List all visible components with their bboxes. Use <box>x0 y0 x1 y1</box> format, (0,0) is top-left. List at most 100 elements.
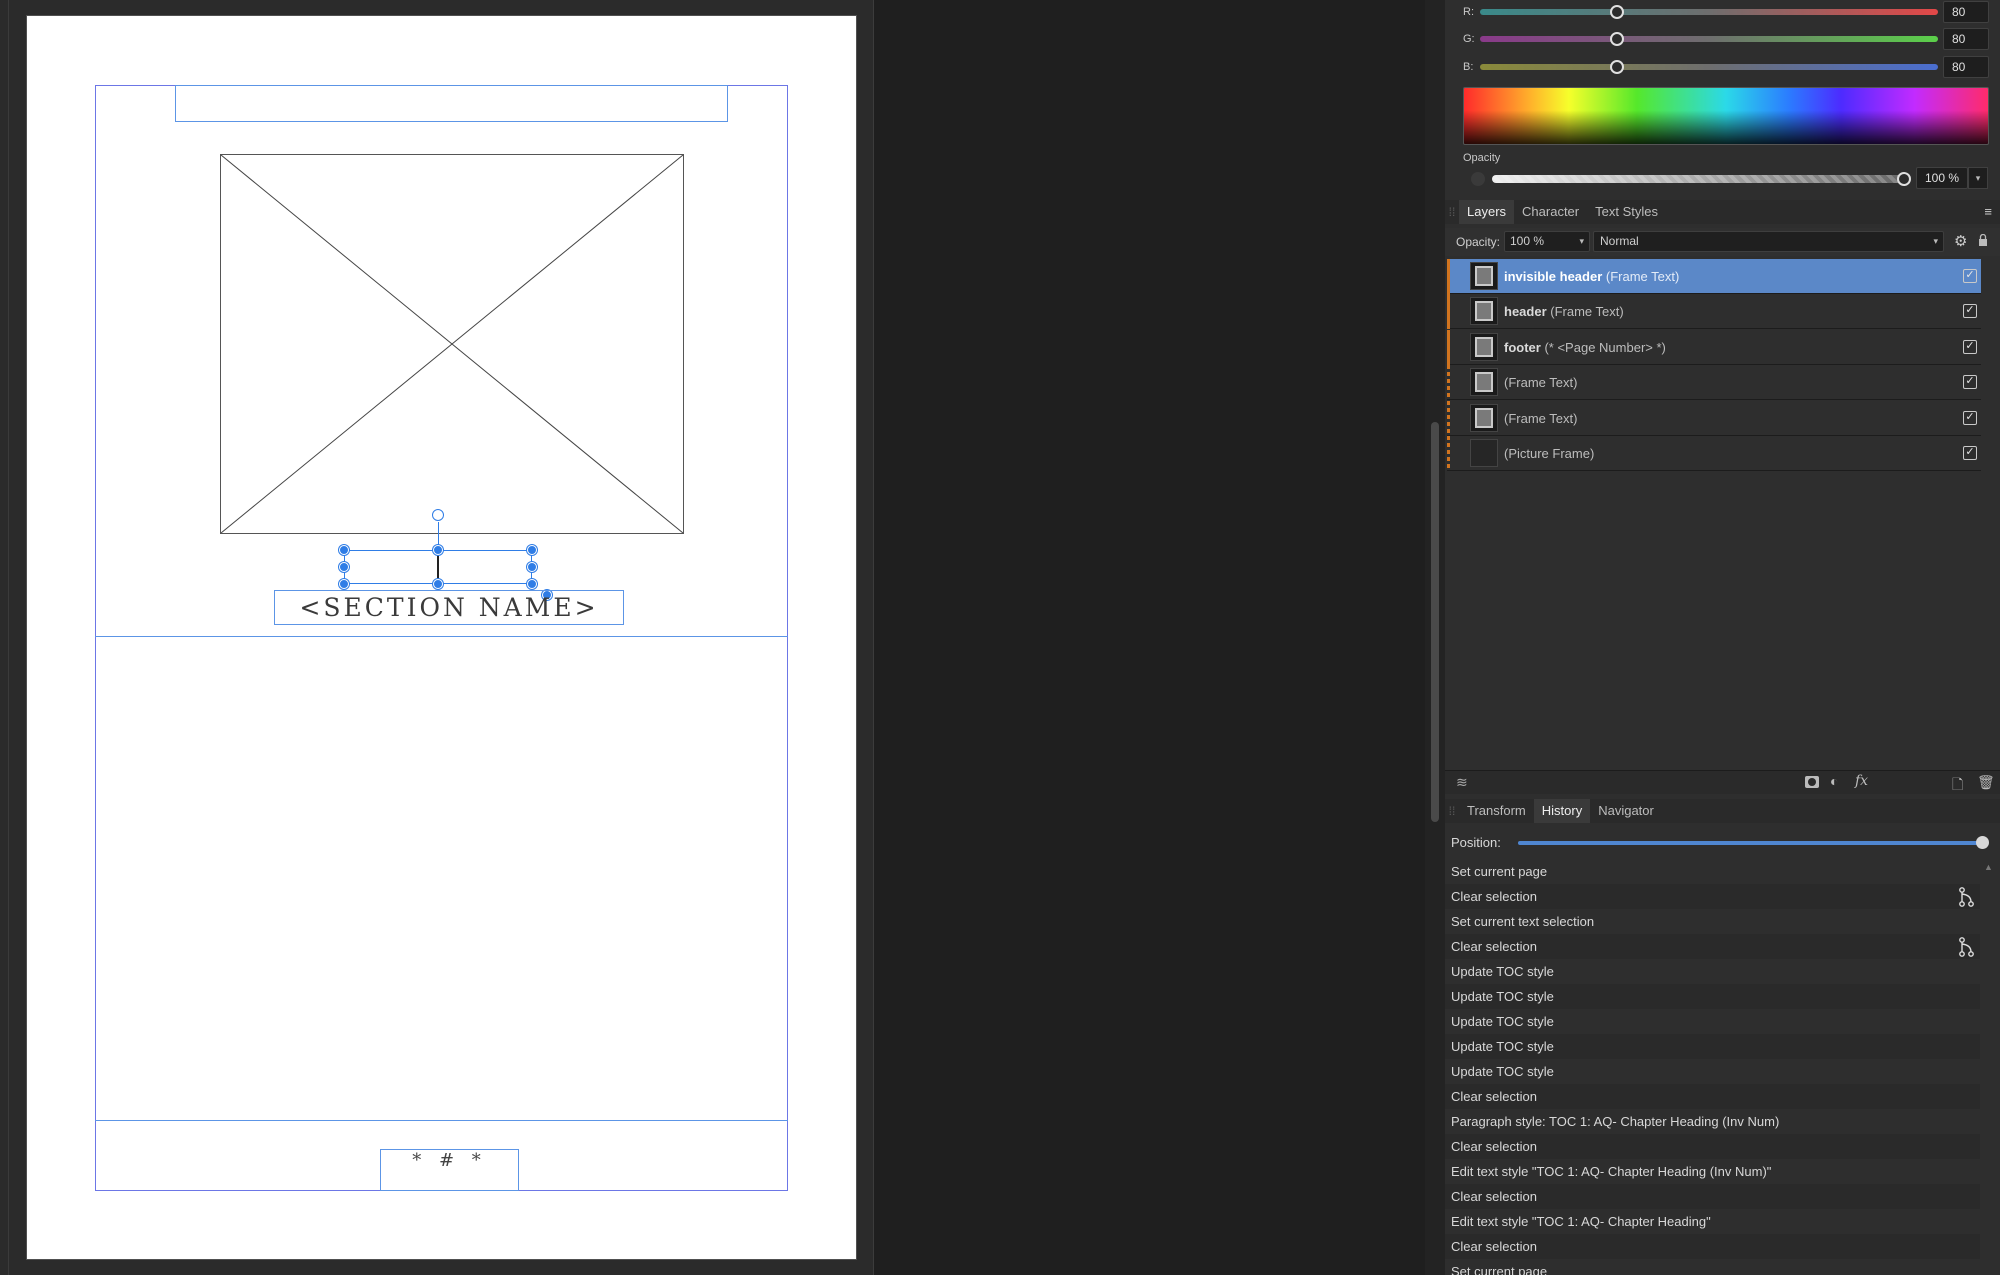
history-item[interactable]: Set current page <box>1445 1259 1980 1275</box>
rotation-handle[interactable] <box>432 509 444 521</box>
tab-character[interactable]: Character <box>1514 200 1587 224</box>
branch-icon[interactable] <box>1958 887 1974 907</box>
tab-transform[interactable]: Transform <box>1459 799 1534 823</box>
red-value-field[interactable]: 80 <box>1943 1 1989 23</box>
fx-icon[interactable]: fx <box>1855 773 1868 789</box>
layer-row[interactable]: (Frame Text) ✓ <box>1447 364 1981 400</box>
opacity-dropdown-arrow[interactable]: ▾ <box>1968 167 1988 189</box>
blend-mode-select[interactable]: Normal ▾ <box>1593 231 1944 252</box>
tab-history[interactable]: History <box>1533 799 1591 823</box>
opacity-slider-knob[interactable] <box>1897 172 1911 186</box>
mask-icon[interactable] <box>1805 776 1819 788</box>
text-frame-thumb-icon <box>1470 262 1498 290</box>
layer-row[interactable]: (Frame Text) ✓ <box>1447 400 1981 436</box>
history-item[interactable]: Update TOC style <box>1445 959 1980 984</box>
layer-row[interactable]: header (Frame Text) ✓ <box>1447 293 1981 329</box>
history-item[interactable]: Edit text style "TOC 1: AQ- Chapter Head… <box>1445 1159 1980 1184</box>
blue-value-field[interactable]: 80 <box>1943 56 1989 78</box>
history-item[interactable]: Clear selection <box>1445 1134 1980 1159</box>
canvas-divider <box>873 0 874 1275</box>
tab-text-styles[interactable]: Text Styles <box>1587 200 1666 224</box>
visibility-checkbox[interactable]: ✓ <box>1963 340 1977 354</box>
lock-icon[interactable] <box>1978 233 1987 246</box>
layer-row[interactable]: footer (* <Page Number> *) ✓ <box>1447 329 1981 365</box>
section-name-frame[interactable]: <SECTION NAME> <box>274 590 624 625</box>
history-item[interactable]: Set current page <box>1445 859 1980 884</box>
layer-type: (Frame Text) <box>1504 410 1578 426</box>
panel-menu-icon[interactable]: ≡ <box>1984 204 1992 219</box>
green-value-field[interactable]: 80 <box>1943 28 1989 50</box>
gear-icon[interactable]: ⚙ <box>1954 232 1967 250</box>
history-tabbar: ⁞⁞ Transform History Navigator <box>1445 799 2000 823</box>
layer-type: (Frame Text) <box>1605 268 1680 284</box>
history-item[interactable]: Set current text selection <box>1445 909 1980 934</box>
opacity-slider[interactable] <box>1492 175 1908 183</box>
history-item[interactable]: Update TOC style <box>1445 1059 1980 1084</box>
branch-icon[interactable] <box>1958 937 1974 957</box>
text-frame-thumb-icon <box>1470 297 1498 325</box>
layer-row[interactable]: invisible header (Frame Text) ✓ <box>1447 258 1981 294</box>
footer-page-marker: * # * <box>412 1150 487 1171</box>
scroll-up-icon[interactable]: ▲ <box>1984 862 1993 872</box>
history-item[interactable]: Paragraph style: TOC 1: AQ- Chapter Head… <box>1445 1109 1980 1134</box>
opacity-value-field[interactable]: 100 % <box>1916 167 1968 189</box>
resize-handle-bm[interactable] <box>433 579 443 589</box>
blue-slider[interactable] <box>1480 64 1938 70</box>
red-slider-row: R: <box>1463 2 1481 22</box>
tab-navigator[interactable]: Navigator <box>1590 799 1662 823</box>
history-item[interactable]: Update TOC style <box>1445 984 1980 1009</box>
resize-handle-ml[interactable] <box>339 562 349 572</box>
green-slider[interactable] <box>1480 36 1938 42</box>
layer-opacity-label: Opacity: <box>1456 235 1501 249</box>
history-position-knob[interactable] <box>1976 836 1989 849</box>
history-item[interactable]: Clear selection <box>1445 1234 1980 1259</box>
visibility-checkbox[interactable]: ✓ <box>1963 411 1977 425</box>
resize-handle-br[interactable] <box>527 579 537 589</box>
picture-frame[interactable] <box>220 154 684 534</box>
pasteboard-area[interactable] <box>873 0 1425 1275</box>
resize-handle-tm[interactable] <box>433 545 443 555</box>
tab-layers[interactable]: Layers <box>1459 200 1515 224</box>
visibility-checkbox[interactable]: ✓ <box>1963 375 1977 389</box>
invisible-header-frame[interactable] <box>175 85 728 122</box>
layers-footer-toolbar: ≋ ◐ fx 🗋 🗑 <box>1445 770 2000 794</box>
color-spectrum[interactable] <box>1463 87 1989 145</box>
history-item[interactable]: Clear selection <box>1445 1084 1980 1109</box>
resize-handle-bl[interactable] <box>339 579 349 589</box>
chevron-down-icon: ▾ <box>1933 236 1938 246</box>
resize-handle-tr[interactable] <box>527 545 537 555</box>
history-item[interactable]: Clear selection <box>1445 934 1980 959</box>
picture-frame-thumb-icon <box>1470 439 1498 467</box>
layer-color-tag <box>1447 400 1450 436</box>
blue-label: B: <box>1463 61 1474 73</box>
resize-handle-mr[interactable] <box>527 562 537 572</box>
visibility-checkbox[interactable]: ✓ <box>1963 269 1977 283</box>
panel-grip[interactable]: ⁞⁞ <box>1445 799 1459 823</box>
red-slider[interactable] <box>1480 9 1938 15</box>
visibility-checkbox[interactable]: ✓ <box>1963 304 1977 318</box>
footer-frame[interactable]: * # * <box>380 1149 519 1191</box>
layer-opacity-field[interactable]: 100 % ▾ <box>1504 231 1590 252</box>
history-item[interactable]: Clear selection <box>1445 1184 1980 1209</box>
resize-handle-tl[interactable] <box>339 545 349 555</box>
layers-stack-icon[interactable]: ≋ <box>1456 774 1468 791</box>
layer-color-tag <box>1447 293 1450 329</box>
panel-scrollbar[interactable] <box>1431 422 1439 822</box>
layer-name: header <box>1504 303 1547 319</box>
document-page[interactable]: <SECTION NAME> * # * <box>27 16 856 1259</box>
visibility-checkbox[interactable]: ✓ <box>1963 446 1977 460</box>
history-item[interactable]: Update TOC style <box>1445 1034 1980 1059</box>
adjustment-icon[interactable]: ◐ <box>1830 773 1838 789</box>
panel-grip[interactable]: ⁞⁞ <box>1445 200 1459 224</box>
blue-slider-row: B: <box>1463 57 1481 77</box>
history-item[interactable]: Edit text style "TOC 1: AQ- Chapter Head… <box>1445 1209 1980 1234</box>
history-item[interactable]: Clear selection <box>1445 884 1980 909</box>
opacity-reset-dot[interactable] <box>1471 172 1485 186</box>
new-layer-icon[interactable]: 🗋 <box>1952 774 1963 798</box>
trash-icon[interactable]: 🗑 <box>1977 774 1995 791</box>
blend-mode-value: Normal <box>1600 234 1639 248</box>
layers-tabbar: ⁞⁞ Layers Character Text Styles ≡ <box>1445 200 2000 224</box>
history-position-slider[interactable] <box>1518 841 1984 845</box>
layer-row[interactable]: (Picture Frame) ✓ <box>1447 435 1981 471</box>
history-item[interactable]: Update TOC style <box>1445 1009 1980 1034</box>
